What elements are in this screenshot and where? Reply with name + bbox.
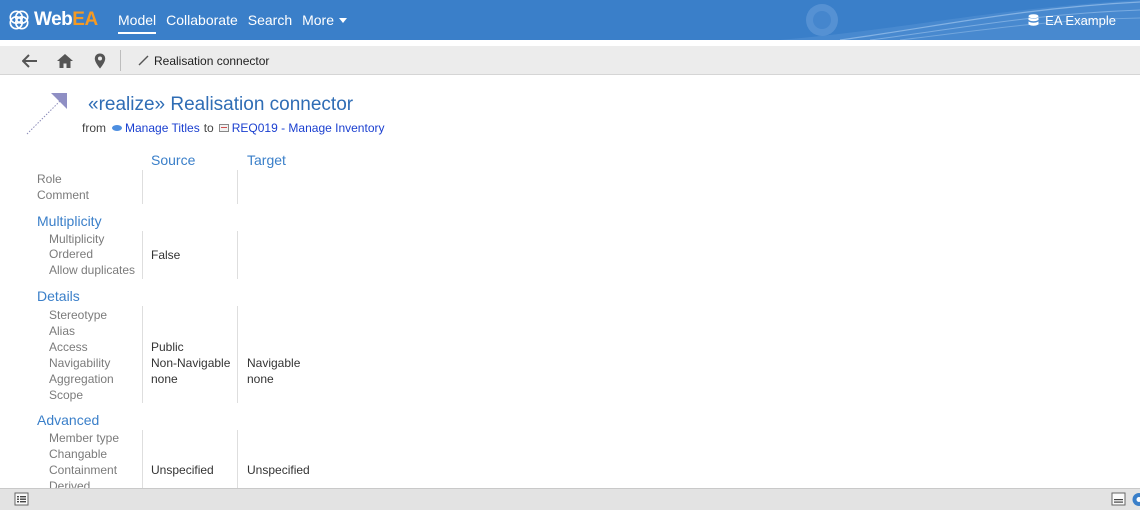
- navigability-source-value: Non-Navigable: [151, 356, 231, 370]
- column-divider: [142, 430, 143, 488]
- navigability-label: Navigability: [49, 356, 111, 370]
- home-icon: [57, 54, 73, 68]
- nav-search[interactable]: Search: [248, 0, 292, 40]
- ordered-label: Ordered: [49, 247, 94, 261]
- connector-pencil-icon: [138, 55, 149, 66]
- map-marker-icon: [94, 53, 106, 69]
- database-icon: [1028, 13, 1039, 26]
- stereotype-label: Stereotype: [49, 308, 108, 322]
- details-section-title: Details: [37, 288, 80, 304]
- containment-target-value: Unspecified: [247, 463, 310, 477]
- scope-label: Scope: [49, 388, 84, 402]
- member-type-label: Member type: [49, 431, 120, 445]
- home-button[interactable]: [55, 51, 75, 71]
- alias-label: Alias: [49, 324, 76, 338]
- breadcrumb[interactable]: Realisation connector: [138, 46, 269, 75]
- containment-label: Containment: [49, 463, 118, 477]
- realisation-connector-icon: [26, 93, 67, 135]
- to-label: to: [203, 121, 214, 135]
- column-divider: [237, 170, 238, 204]
- page-title: «realize» Realisation connector: [88, 94, 354, 115]
- advanced-section-title: Advanced: [37, 412, 100, 428]
- allow-duplicates-label: Allow duplicates: [49, 263, 136, 277]
- model-selector[interactable]: EA Example: [1028, 0, 1116, 40]
- comment-label: Comment: [37, 188, 90, 202]
- list-view-icon[interactable]: [14, 492, 30, 507]
- multiplicity-label: Multiplicity: [49, 232, 105, 246]
- aggregation-source-value: none: [151, 372, 178, 386]
- use-case-icon: [112, 125, 122, 131]
- multiplicity-section-title: Multiplicity: [37, 213, 102, 229]
- access-source-value: Public: [151, 340, 184, 354]
- aggregation-label: Aggregation: [49, 372, 114, 386]
- breadcrumb-label: Realisation connector: [154, 53, 270, 68]
- status-bar: [0, 488, 1140, 510]
- column-divider: [142, 231, 143, 279]
- column-divider: [237, 430, 238, 488]
- requirement-icon: [218, 124, 229, 132]
- arrow-left-icon: [22, 54, 37, 68]
- top-header-bar: WebEA Model Collaborate Search More EA E…: [0, 0, 1140, 40]
- nav-more[interactable]: More: [302, 0, 348, 40]
- logo-text: WebEA: [34, 9, 98, 30]
- navigation-toolbar: Realisation connector: [0, 46, 1140, 75]
- chevron-down-icon: [339, 17, 348, 23]
- target-element-link[interactable]: REQ019 - Manage Inventory: [232, 121, 385, 135]
- nav-model[interactable]: Model: [118, 0, 157, 40]
- webea-logo[interactable]: WebEA: [8, 9, 98, 31]
- connector-properties-view: «realize» Realisation connector from Man…: [0, 76, 1140, 488]
- back-button[interactable]: [20, 51, 40, 71]
- model-name-label: EA Example: [1045, 12, 1116, 28]
- main-nav: Model Collaborate Search More: [118, 0, 357, 40]
- role-label: Role: [37, 172, 62, 186]
- derived-label: Derived: [49, 479, 91, 488]
- toolbar-divider: [120, 50, 121, 71]
- changable-label: Changable: [49, 447, 108, 461]
- source-element-link[interactable]: Manage Titles: [125, 121, 200, 135]
- properties-panel-icon[interactable]: [1111, 492, 1127, 507]
- target-column-header: Target: [247, 152, 286, 168]
- access-label: Access: [49, 340, 88, 354]
- from-label: from: [82, 121, 106, 135]
- navigability-target-value: Navigable: [247, 356, 301, 370]
- connector-endpoints: from Manage Titles to REQ019 - Manage In…: [82, 121, 384, 135]
- location-button[interactable]: [90, 51, 110, 71]
- column-divider: [237, 231, 238, 279]
- column-divider: [142, 170, 143, 204]
- help-icon[interactable]: [1131, 492, 1140, 507]
- aggregation-target-value: none: [247, 372, 274, 386]
- column-divider: [237, 306, 238, 403]
- webea-logo-icon: [9, 10, 29, 30]
- ordered-source-value: False: [151, 248, 181, 262]
- nav-collaborate[interactable]: Collaborate: [166, 0, 238, 40]
- containment-source-value: Unspecified: [151, 463, 214, 477]
- column-divider: [142, 306, 143, 403]
- source-column-header: Source: [151, 152, 196, 168]
